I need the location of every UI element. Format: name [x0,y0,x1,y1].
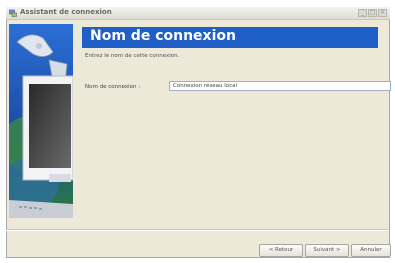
network-wizard-icon [9,9,17,17]
title-bar[interactable]: Assistant de connexion _ □ × [6,7,390,20]
page-subtitle: Entrez le nom de cette connexion. [85,53,180,59]
close-button[interactable]: × [378,9,387,17]
connection-name-input[interactable]: Connexion réseau local [169,81,391,91]
connection-name-label: Nom de connexion : [85,84,141,90]
window-title: Assistant de connexion [20,8,112,16]
next-button[interactable]: Suivant > [305,244,349,257]
back-button[interactable]: < Retour [259,244,303,257]
cancel-button[interactable]: Annuler [351,244,391,257]
computer-monitor-network-illustration [9,24,73,218]
minimize-button[interactable]: _ [358,9,367,17]
window-controls: _ □ × [358,9,387,17]
footer-separator [6,229,388,231]
page-title: Nom de connexion [90,28,236,44]
maximize-button[interactable]: □ [368,9,377,17]
